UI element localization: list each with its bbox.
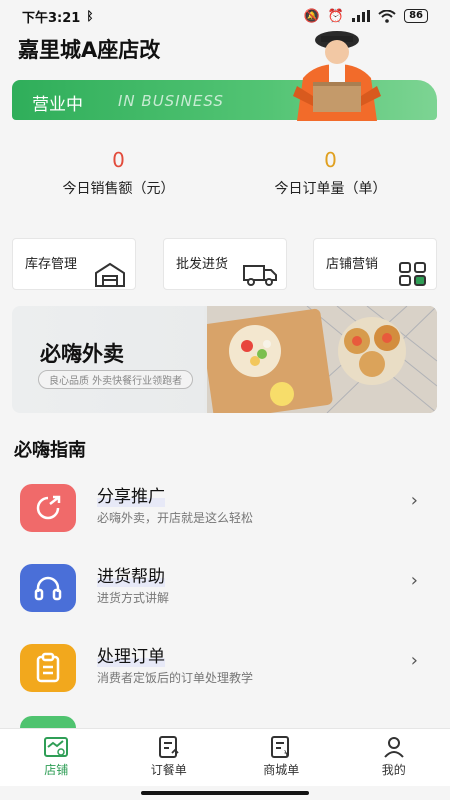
guide-section-title: 必嗨指南 [14, 440, 86, 461]
tab-label: 商城单 [263, 763, 300, 777]
sales-today-stat[interactable]: 0 今日销售额（元） [6, 148, 231, 198]
order-icon [158, 736, 179, 758]
guide-item-subtitle: 必嗨外卖，开店就是这么轻松 [97, 511, 254, 525]
wholesale-purchase-button[interactable]: 批发进货 [163, 238, 287, 290]
store-name[interactable]: 嘉里城A座店改 [18, 34, 160, 64]
guide-item-purchase-help[interactable]: 进货帮助 进货方式讲解 › [0, 556, 450, 630]
mall-order-icon: ¥ [271, 736, 289, 758]
guide-item-title: 进货帮助 [97, 567, 165, 587]
courier-illustration [293, 31, 381, 121]
sales-today-value: 0 [112, 148, 125, 172]
inventory-management-label: 库存管理 [25, 257, 78, 272]
guide-item-title: 分享推广 [97, 487, 165, 507]
guide-item-share-promotion[interactable]: 分享推广 必嗨外卖，开店就是这么轻松 › [0, 476, 450, 550]
warehouse-icon [95, 262, 125, 287]
tab-orders[interactable]: 订餐单 [113, 729, 226, 786]
share-icon [20, 484, 76, 532]
chevron-right-icon: › [410, 490, 418, 511]
chevron-right-icon: › [410, 650, 418, 671]
promo-title: 必嗨外卖 [40, 342, 124, 366]
truck-icon [243, 265, 277, 286]
guide-item-title: 处理订单 [97, 647, 165, 667]
tab-label: 店铺 [44, 763, 69, 777]
food-illustration [207, 306, 437, 413]
home-indicator[interactable] [141, 791, 309, 795]
tab-mall-orders[interactable]: ¥ 商城单 [225, 729, 338, 786]
business-status-cn: 营业中 [32, 95, 83, 115]
grid-icon [399, 262, 426, 286]
bluetooth-icon: ᛒ [86, 9, 94, 23]
store-marketing-label: 店铺营销 [326, 257, 379, 272]
profile-icon [384, 737, 404, 758]
promo-subtitle: 良心品质 外卖快餐行业领跑者 [38, 370, 194, 389]
inventory-management-button[interactable]: 库存管理 [12, 238, 136, 290]
store-marketing-button[interactable]: 店铺营销 [313, 238, 437, 290]
tab-label: 订餐单 [150, 763, 187, 777]
svg-text:¥: ¥ [284, 749, 289, 758]
tab-label: 我的 [381, 763, 406, 777]
mute-icon: 🔕 [303, 8, 320, 24]
alarm-icon: ⏰ [327, 8, 345, 24]
status-time: 下午3:21 [22, 10, 81, 26]
promo-banner[interactable]: 必嗨外卖 良心品质 外卖快餐行业领跑者 [12, 306, 437, 413]
tab-profile[interactable]: 我的 [338, 729, 450, 786]
orders-today-stat[interactable]: 0 今日订单量（单） [218, 148, 443, 198]
orders-today-value: 0 [324, 148, 337, 172]
wifi-icon [378, 9, 396, 23]
guide-item-subtitle: 消费者定饭后的订单处理教学 [97, 671, 254, 685]
battery-indicator: 86 [404, 9, 428, 23]
store-icon [44, 737, 69, 757]
signal-icon [352, 10, 371, 22]
chevron-right-icon: › [410, 570, 418, 591]
guide-item-process-orders[interactable]: 处理订单 消费者定饭后的订单处理教学 › [0, 636, 450, 710]
wholesale-purchase-label: 批发进货 [176, 257, 229, 272]
bottom-tab-bar: 店铺 订餐单 ¥ 商城单 我的 [0, 728, 450, 786]
orders-today-label: 今日订单量（单） [274, 181, 387, 197]
tab-store[interactable]: 店铺 [0, 729, 113, 786]
business-status-en: IN BUSINESS [118, 92, 224, 110]
clipboard-icon [20, 644, 76, 692]
guide-item-subtitle: 进货方式讲解 [97, 591, 170, 605]
guide-item-partial [20, 716, 76, 728]
headphones-icon [20, 564, 76, 612]
sales-today-label: 今日销售额（元） [62, 181, 175, 197]
